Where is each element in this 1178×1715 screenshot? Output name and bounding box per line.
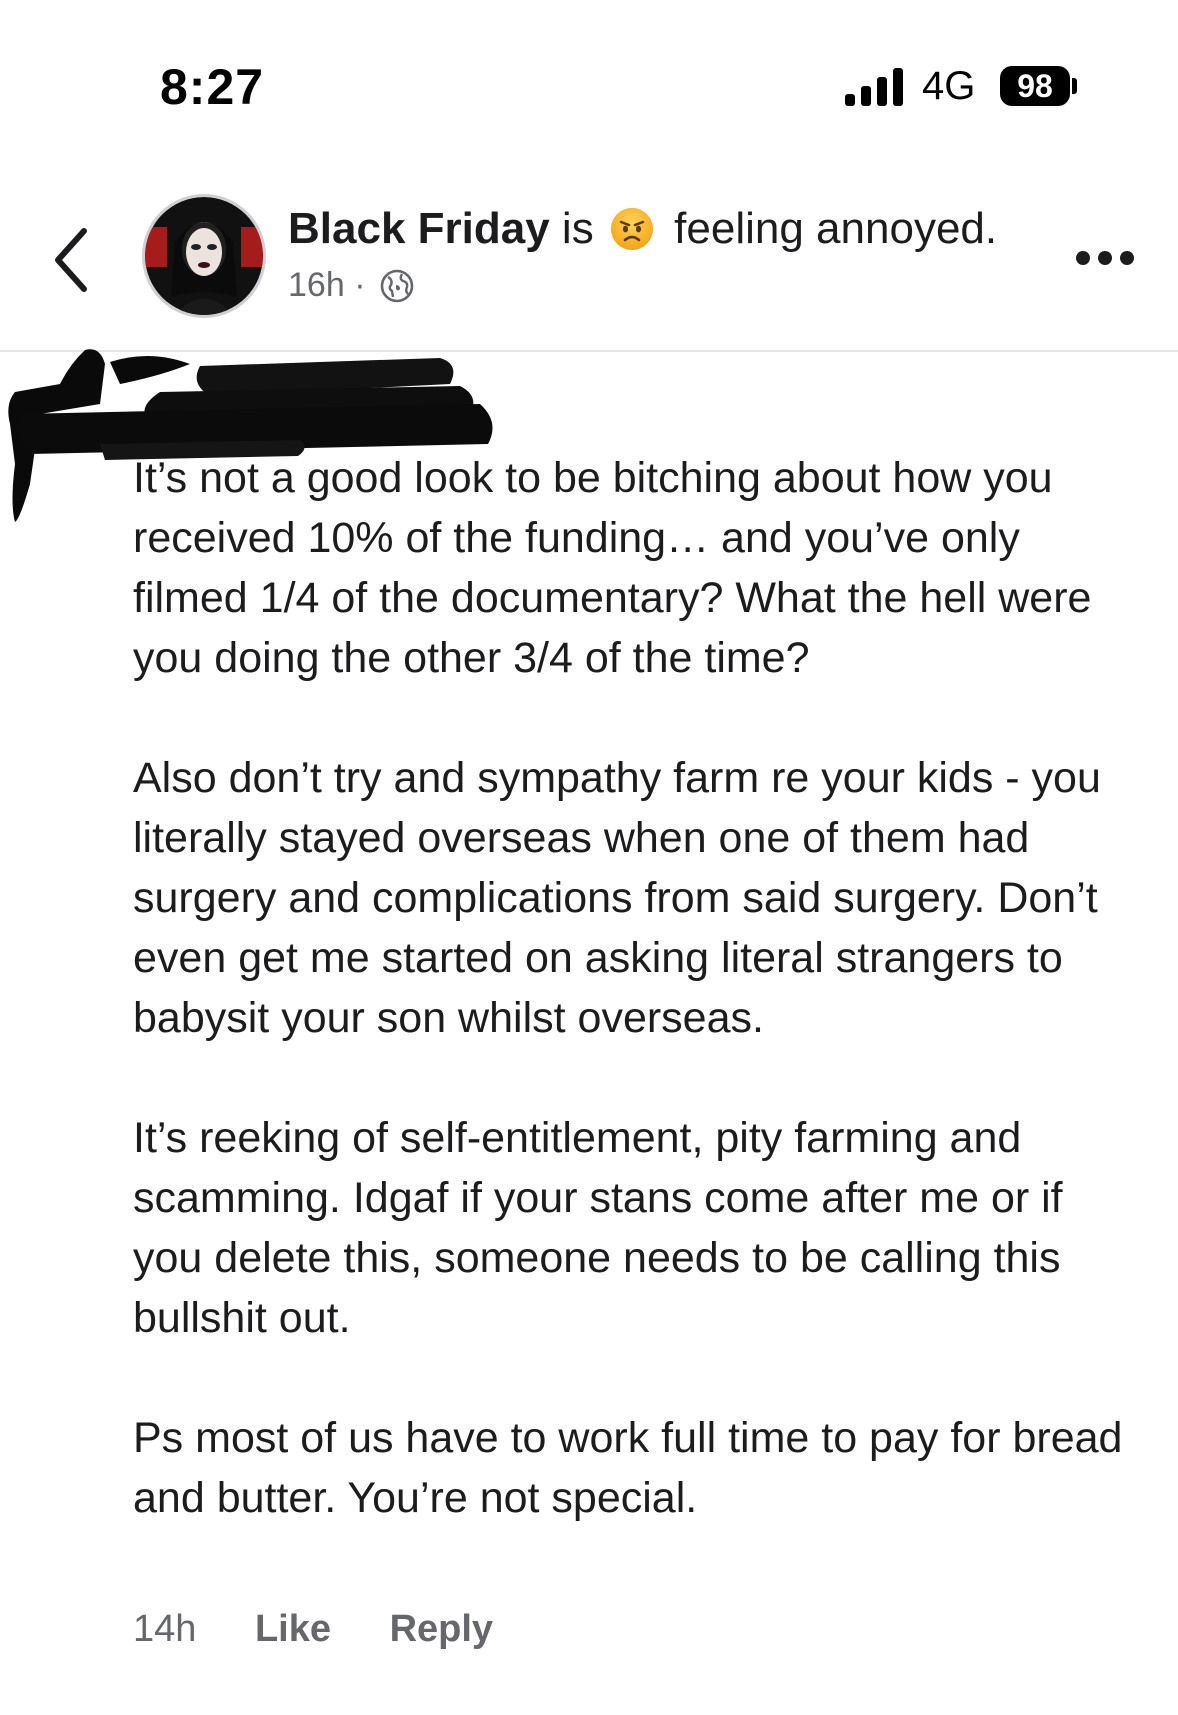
avatar[interactable] — [142, 194, 266, 318]
author-name[interactable]: Black Friday — [288, 204, 550, 253]
comment-paragraph: It’s not a good look to be bitching abou… — [133, 454, 1092, 682]
battery-icon: 98 — [1000, 66, 1070, 106]
network-type: 4G — [922, 64, 976, 108]
cellular-signal-icon — [845, 68, 903, 106]
post-header: Black Friday is feeling annoyed. 16h · — [0, 180, 1178, 350]
feeling-text: feeling annoyed. — [674, 204, 998, 253]
globe-icon — [380, 269, 414, 303]
post-time[interactable]: 16h — [288, 266, 345, 304]
comment-paragraph: Also don’t try and sympathy farm re your… — [133, 754, 1101, 1042]
back-arrow-icon[interactable] — [50, 225, 90, 295]
comment-paragraph: Ps most of us have to work full time to … — [133, 1414, 1123, 1522]
post-author-line: Black Friday is feeling annoyed. — [288, 204, 997, 254]
annoyed-face-icon — [610, 208, 653, 250]
post-meta: 16h · — [288, 266, 415, 305]
meta-separator: · — [354, 266, 366, 304]
feeling-verb: is — [561, 204, 594, 253]
reply-button[interactable]: Reply — [390, 1608, 493, 1651]
battery-level: 98 — [1017, 68, 1053, 104]
battery-tip — [1072, 78, 1077, 94]
more-options-icon[interactable] — [1075, 248, 1135, 268]
status-time: 8:27 — [160, 59, 265, 115]
comment-time: 14h — [133, 1608, 197, 1650]
comment-actions: 14h Like Reply — [133, 1608, 541, 1651]
comment-paragraph: It’s reeking of self-entitlement, pity f… — [133, 1114, 1063, 1342]
status-bar: 8:27 4G 98 — [0, 0, 1178, 140]
avatar-portrait-icon — [145, 197, 263, 315]
like-button[interactable]: Like — [255, 1608, 331, 1651]
comment-body: It’s not a good look to be bitching abou… — [133, 448, 1143, 1528]
